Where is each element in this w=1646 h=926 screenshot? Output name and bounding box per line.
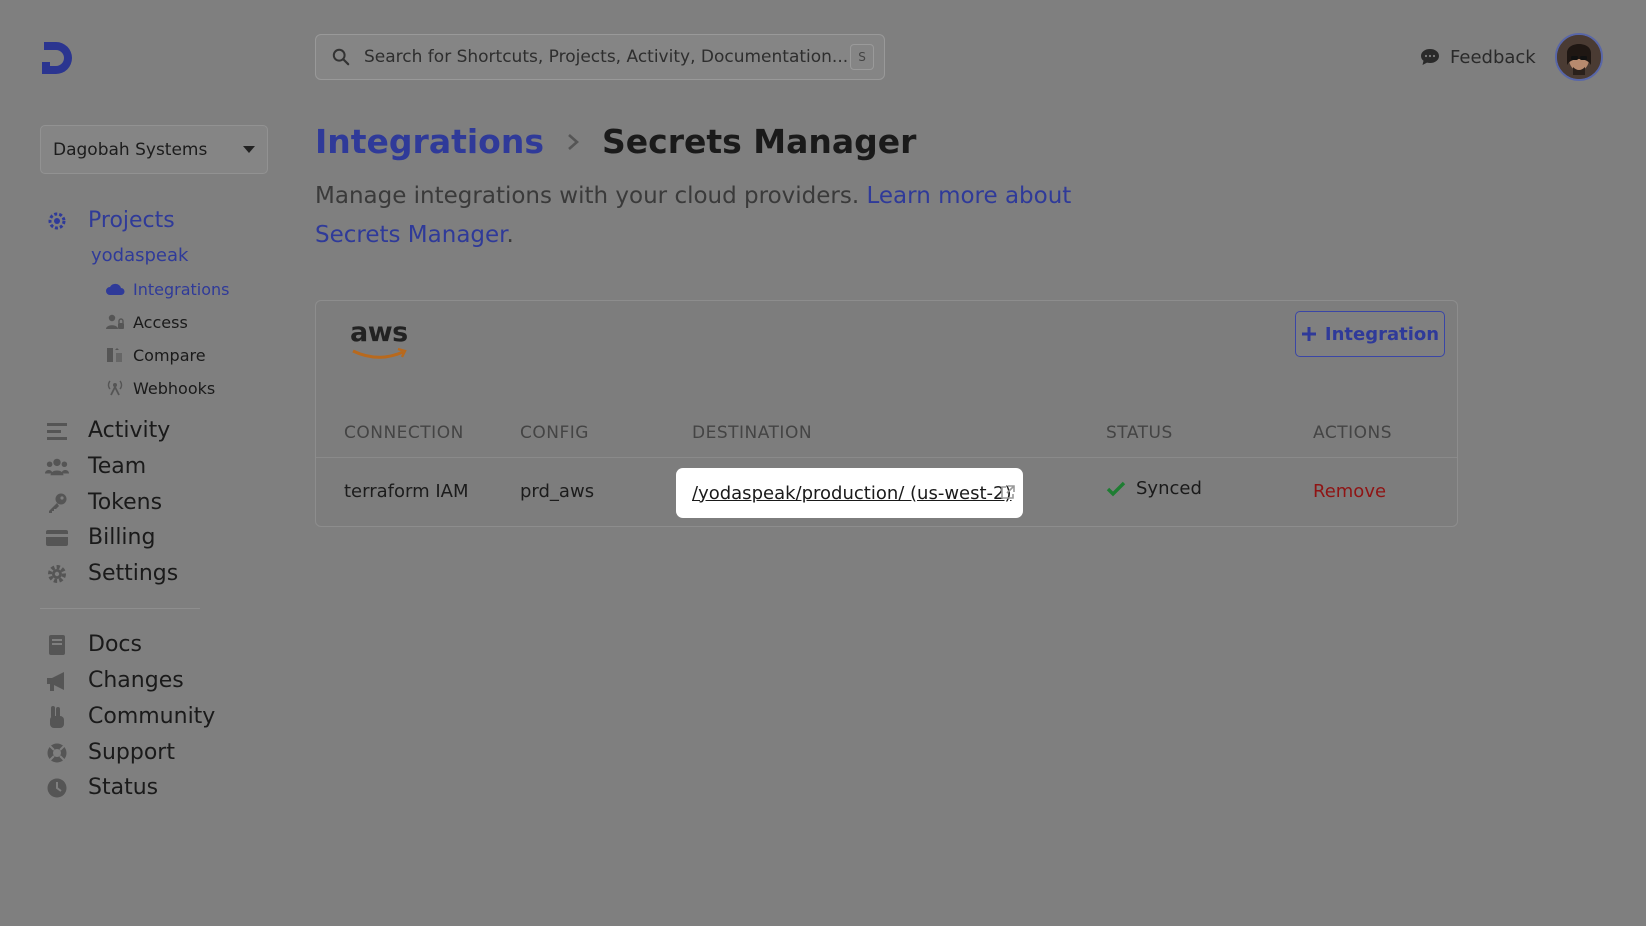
add-integration-label: Integration (1324, 323, 1440, 345)
column-header-connection: CONNECTION (344, 423, 464, 443)
cell-connection: terraform IAM (344, 481, 469, 502)
sidebar-item-label: Billing (88, 525, 156, 550)
table-divider (316, 457, 1457, 458)
sidebar-item-docs[interactable]: Docs (45, 632, 142, 657)
clock-icon (45, 776, 69, 800)
page-description: Manage integrations with your cloud prov… (315, 177, 1155, 255)
checkmark-icon (1106, 481, 1126, 496)
chevron-down-icon (243, 146, 255, 153)
add-integration-button[interactable]: Integration (1295, 311, 1445, 357)
sidebar-item-status[interactable]: Status (45, 775, 158, 800)
feedback-label: Feedback (1450, 46, 1536, 68)
key-icon (45, 491, 69, 515)
sidebar-item-changes[interactable]: Changes (45, 668, 184, 693)
breadcrumb-integrations[interactable]: Integrations (315, 122, 544, 161)
column-header-actions: ACTIONS (1313, 423, 1392, 443)
sidebar-item-billing[interactable]: Billing (45, 525, 155, 550)
search-input[interactable] (362, 46, 850, 68)
sidebar-item-settings[interactable]: Settings (45, 561, 178, 586)
chevron-right-icon (568, 133, 579, 150)
sidebar-item-label: Activity (88, 418, 171, 443)
hand-peace-icon (45, 705, 69, 729)
sidebar-project-yodaspeak[interactable]: yodaspeak (91, 245, 188, 266)
sidebar-item-team[interactable]: Team (45, 454, 146, 479)
aws-logo: aws (350, 317, 410, 366)
sidebar-item-label: Settings (88, 561, 179, 586)
breadcrumb: Integrations Secrets Manager (315, 122, 916, 161)
aws-logo-text: aws (350, 317, 408, 348)
cloud-icon (105, 279, 125, 299)
aws-smile-icon (352, 347, 407, 359)
credit-card-icon (45, 526, 69, 550)
broadcast-icon (105, 378, 125, 398)
remove-integration-link[interactable]: Remove (1313, 481, 1386, 502)
plus-icon (1301, 327, 1316, 341)
sidebar-item-integrations[interactable]: Integrations (105, 279, 230, 299)
sidebar-item-label: Support (88, 740, 175, 765)
column-header-config: CONFIG (520, 423, 589, 443)
list-icon (45, 419, 69, 443)
cog-network-icon (45, 209, 69, 233)
sidebar-divider (40, 608, 200, 609)
column-header-destination: DESTINATION (692, 423, 813, 443)
column-header-status: STATUS (1106, 423, 1173, 443)
sidebar-item-webhooks[interactable]: Webhooks (105, 378, 215, 398)
status-label: Synced (1136, 478, 1202, 499)
page-title: Secrets Manager (602, 122, 917, 161)
workspace-select[interactable]: Dagobah Systems (40, 125, 268, 174)
global-search[interactable]: S (315, 34, 885, 80)
doppler-logo-icon[interactable] (40, 40, 76, 76)
sidebar-item-projects[interactable]: Projects (45, 208, 175, 233)
destination-link[interactable]: /yodaspeak/production/ (us-west-2) (676, 468, 1023, 518)
sidebar-item-support[interactable]: Support (45, 740, 175, 765)
description-text: Manage integrations with your cloud prov… (315, 183, 867, 209)
cell-config: prd_aws (520, 481, 595, 502)
sidebar-item-label: Status (88, 775, 159, 800)
search-icon (332, 48, 350, 66)
sidebar-item-label: Projects (88, 208, 175, 233)
megaphone-icon (45, 669, 69, 693)
sidebar-item-activity[interactable]: Activity (45, 418, 170, 443)
sidebar-item-label: Compare (133, 345, 206, 365)
sidebar-item-label: Tokens (88, 490, 163, 515)
user-avatar[interactable] (1555, 33, 1603, 81)
book-icon (45, 633, 69, 657)
lifebuoy-icon (45, 741, 69, 765)
sidebar-item-label: Access (133, 312, 188, 332)
workspace-name: Dagobah Systems (53, 139, 208, 160)
compare-icon (105, 345, 125, 365)
feedback-button[interactable]: Feedback (1420, 42, 1536, 72)
destination-path: /yodaspeak/production/ (us-west-2) (692, 482, 1012, 504)
sidebar-item-label: Integrations (133, 279, 230, 299)
status-indicator: Synced (1106, 478, 1202, 499)
sidebar-item-tokens[interactable]: Tokens (45, 490, 162, 515)
sidebar-item-label: Docs (88, 632, 142, 657)
chat-bubble-icon (1421, 49, 1439, 65)
sidebar-item-compare[interactable]: Compare (105, 345, 206, 365)
gear-icon (45, 562, 69, 586)
description-end: . (506, 222, 514, 248)
sidebar-item-label: Community (88, 704, 216, 729)
search-shortcut-key: S (850, 44, 874, 70)
users-lock-icon (105, 312, 125, 332)
sidebar-item-label: Changes (88, 668, 184, 693)
avatar-image (1557, 35, 1601, 79)
external-link-icon (1001, 485, 1015, 499)
sidebar-item-access[interactable]: Access (105, 312, 188, 332)
sidebar-item-label: Webhooks (133, 378, 216, 398)
sidebar-item-label: Team (88, 454, 147, 479)
team-icon (45, 455, 69, 479)
sidebar-item-community[interactable]: Community (45, 704, 215, 729)
